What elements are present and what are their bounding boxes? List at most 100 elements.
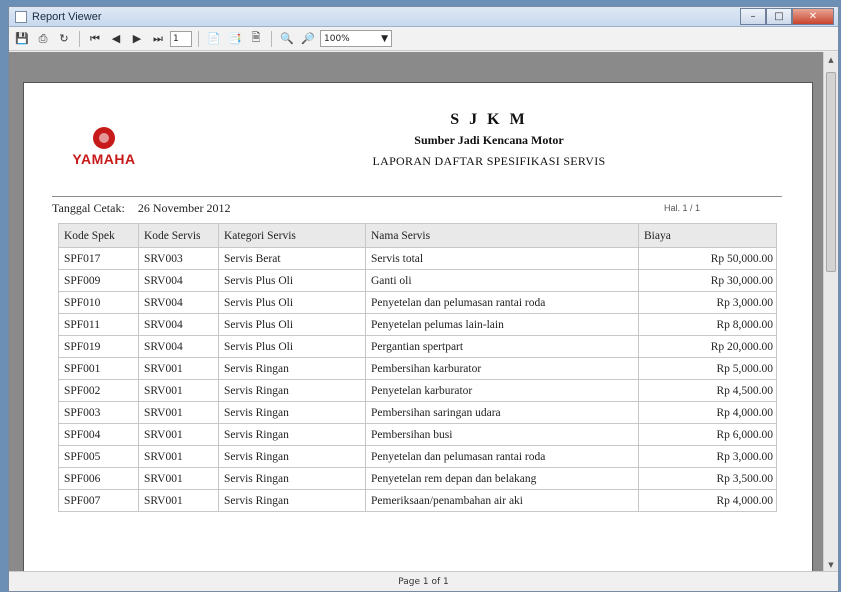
category-cell: Servis Ringan	[218, 467, 366, 490]
toolbar: 💾 ⎙ ↻ ⏮ ◀ ▶ ⏭ 1 📄 📑 🗎 🔍 🔎 100% ▼	[9, 27, 838, 51]
spec-code-cell: SPF011	[58, 313, 139, 336]
spec-code-cell: SPF001	[58, 357, 139, 380]
table-row: SPF003 SRV001 Servis Ringan Pembersihan …	[58, 401, 777, 424]
cost-cell: Rp 5,000.00	[638, 357, 777, 380]
zoom-select[interactable]: 100% ▼	[320, 30, 392, 47]
close-button[interactable]: ✕	[792, 7, 834, 25]
window-title: Report Viewer	[32, 10, 102, 23]
category-cell: Servis Ringan	[218, 357, 366, 380]
service-name-cell: Pembersihan busi	[365, 423, 639, 446]
table-row: SPF005 SRV001 Servis Ringan Penyetelan d…	[58, 445, 777, 468]
service-code-cell: SRV004	[138, 269, 219, 292]
yamaha-emblem-icon	[93, 127, 115, 149]
company-short-name: S J K M	[450, 111, 528, 128]
toolbar-divider	[271, 30, 272, 47]
service-code-cell: SRV004	[138, 313, 219, 336]
cost-cell: Rp 50,000.00	[638, 247, 777, 270]
category-cell: Servis Ringan	[218, 489, 366, 512]
toolbar-divider	[79, 30, 80, 47]
category-cell: Servis Ringan	[218, 401, 366, 424]
column-header: Kategori Servis	[218, 223, 366, 248]
cost-cell: Rp 30,000.00	[638, 269, 777, 292]
category-cell: Servis Plus Oli	[218, 291, 366, 314]
service-name-cell: Penyetelan rem depan dan belakang	[365, 467, 639, 490]
print-date-value: 26 November 2012	[137, 201, 231, 215]
table-row: SPF004 SRV001 Servis Ringan Pembersihan …	[58, 423, 777, 446]
table-row: SPF019 SRV004 Servis Plus Oli Pergantian…	[58, 335, 777, 358]
service-code-cell: SRV001	[138, 423, 219, 446]
company-logo: YAMAHA	[64, 127, 144, 167]
page-number-input[interactable]: 1	[170, 30, 192, 47]
spec-code-cell: SPF019	[58, 335, 139, 358]
header-divider	[52, 196, 782, 197]
logo-text: YAMAHA	[72, 151, 136, 167]
spec-code-cell: SPF007	[58, 489, 139, 512]
service-code-cell: SRV001	[138, 357, 219, 380]
page-indicator: Page 1 of 1	[398, 576, 449, 587]
table-row: SPF010 SRV004 Servis Plus Oli Penyetelan…	[58, 291, 777, 314]
table-row: SPF006 SRV001 Servis Ringan Penyetelan r…	[58, 467, 777, 490]
service-name-cell: Pergantian spertpart	[365, 335, 639, 358]
next-page-icon[interactable]: ▶	[128, 30, 146, 48]
service-name-cell: Penyetelan pelumas lain-lain	[365, 313, 639, 336]
report-viewer-window: Report Viewer – □ ✕ 💾 ⎙ ↻ ⏮ ◀ ▶ ⏭ 1 📄 📑 …	[8, 6, 839, 592]
scroll-down-icon[interactable]: ▼	[824, 557, 838, 572]
table-row: SPF011 SRV004 Servis Plus Oli Penyetelan…	[58, 313, 777, 336]
print-layout-icon[interactable]: 📑	[226, 30, 244, 48]
scroll-thumb[interactable]	[826, 72, 836, 272]
maximize-button[interactable]: □	[766, 7, 792, 25]
cost-cell: Rp 6,000.00	[638, 423, 777, 446]
cost-cell: Rp 4,500.00	[638, 379, 777, 402]
category-cell: Servis Ringan	[218, 379, 366, 402]
table-row: SPF002 SRV001 Servis Ringan Penyetelan k…	[58, 379, 777, 402]
spec-code-cell: SPF004	[58, 423, 139, 446]
last-page-icon[interactable]: ⏭	[149, 30, 167, 48]
zoom-in-icon[interactable]: 🔍	[278, 30, 296, 48]
column-header: Nama Servis	[365, 223, 639, 248]
prev-page-icon[interactable]: ◀	[107, 30, 125, 48]
service-name-cell: Pembersihan karburator	[365, 357, 639, 380]
service-name-cell: Penyetelan dan pelumasan rantai roda	[365, 445, 639, 468]
vertical-scrollbar[interactable]: ▲ ▼	[823, 52, 838, 572]
column-header: Kode Spek	[58, 223, 139, 248]
category-cell: Servis Ringan	[218, 423, 366, 446]
cost-cell: Rp 3,000.00	[638, 291, 777, 314]
spec-code-cell: SPF005	[58, 445, 139, 468]
category-cell: Servis Plus Oli	[218, 269, 366, 292]
minimize-button[interactable]: –	[740, 7, 766, 25]
scroll-up-icon[interactable]: ▲	[824, 52, 838, 67]
service-name-cell: Servis total	[365, 247, 639, 270]
cost-cell: Rp 20,000.00	[638, 335, 777, 358]
service-name-cell: Penyetelan dan pelumasan rantai roda	[365, 291, 639, 314]
toolbar-divider	[198, 30, 199, 47]
service-name-cell: Pemeriksaan/penambahan air aki	[365, 489, 639, 512]
service-code-cell: SRV004	[138, 291, 219, 314]
print-date: Tanggal Cetak: 26 November 2012	[52, 201, 230, 216]
chevron-down-icon: ▼	[381, 33, 388, 44]
service-code-cell: SRV001	[138, 379, 219, 402]
category-cell: Servis Ringan	[218, 445, 366, 468]
category-cell: Servis Plus Oli	[218, 335, 366, 358]
status-bar: Page 1 of 1	[9, 571, 838, 591]
spec-code-cell: SPF009	[58, 269, 139, 292]
export-icon[interactable]: 🗎	[247, 30, 265, 48]
service-name-cell: Penyetelan karburator	[365, 379, 639, 402]
report-canvas: YAMAHA S J K M Sumber Jadi Kencana Motor…	[9, 52, 838, 572]
column-header: Biaya	[638, 223, 777, 248]
zoom-out-icon[interactable]: 🔎	[299, 30, 317, 48]
refresh-icon[interactable]: ↻	[55, 30, 73, 48]
cost-cell: Rp 3,500.00	[638, 467, 777, 490]
report-page: YAMAHA S J K M Sumber Jadi Kencana Motor…	[23, 82, 813, 572]
cost-cell: Rp 4,000.00	[638, 489, 777, 512]
save-icon[interactable]: 💾	[13, 30, 31, 48]
print-icon[interactable]: ⎙	[34, 30, 52, 48]
service-code-cell: SRV001	[138, 401, 219, 424]
cost-cell: Rp 4,000.00	[638, 401, 777, 424]
cost-cell: Rp 8,000.00	[638, 313, 777, 336]
page-number-label: Hal. 1 / 1	[664, 203, 701, 213]
page-setup-icon[interactable]: 📄	[205, 30, 223, 48]
first-page-icon[interactable]: ⏮	[86, 30, 104, 48]
service-code-cell: SRV001	[138, 445, 219, 468]
category-cell: Servis Berat	[218, 247, 366, 270]
title-bar: Report Viewer – □ ✕	[9, 7, 838, 27]
